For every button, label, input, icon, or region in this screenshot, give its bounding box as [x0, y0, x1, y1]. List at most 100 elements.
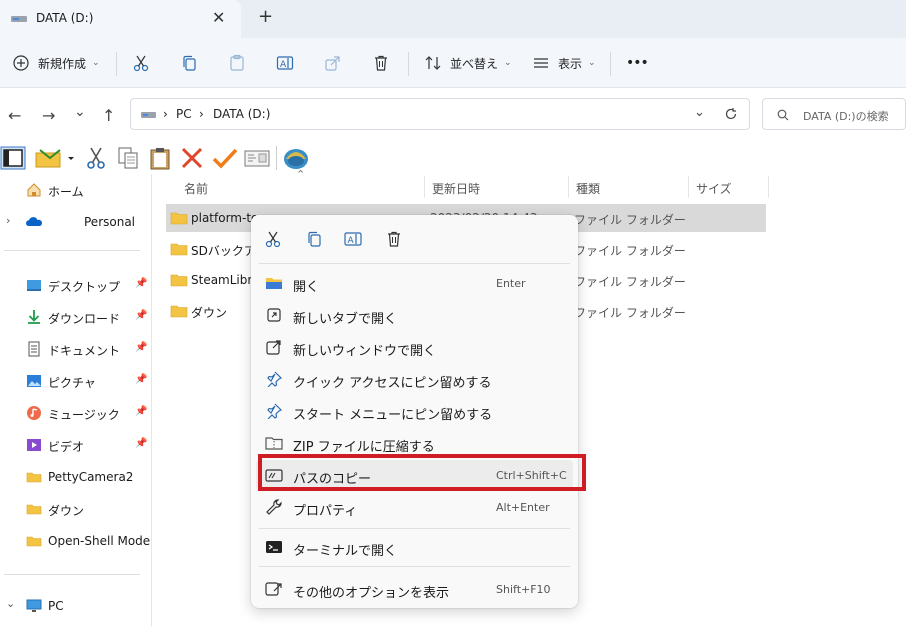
- sort-button[interactable]: 並べ替え ⌄: [424, 50, 512, 76]
- forward-button[interactable]: →: [42, 106, 55, 125]
- divider: [259, 566, 570, 567]
- menu-item-properties[interactable]: プロパティ Alt+Enter: [256, 492, 573, 522]
- more-button[interactable]: •••: [626, 50, 649, 76]
- scissors-icon[interactable]: [84, 146, 108, 170]
- share-icon: [325, 56, 340, 71]
- divider: [610, 52, 611, 76]
- copy-icon[interactable]: [116, 146, 140, 170]
- new-button[interactable]: 新規作成 ⌄: [12, 50, 100, 76]
- menu-item-open-new-tab[interactable]: 新しいタブで開く: [256, 300, 573, 330]
- view-label: 表示: [558, 56, 583, 71]
- chevron-down-icon[interactable]: ⌄: [694, 105, 705, 120]
- folder-icon: [26, 472, 42, 483]
- chevron-right-icon[interactable]: ›: [6, 214, 10, 227]
- menu-item-more-options[interactable]: その他のオプションを表示 Shift+F10: [256, 574, 573, 604]
- sidebar-item-videos[interactable]: ビデオ 📌: [0, 431, 151, 459]
- sidebar-item-pettycamera2[interactable]: PettyCamera2: [0, 463, 151, 491]
- sidebar-item-music[interactable]: ミュージック 📌: [0, 399, 151, 427]
- tab-close-button[interactable]: ✕: [212, 8, 225, 27]
- menu-item-shortcut: Alt+Enter: [496, 501, 550, 514]
- sort-label: 並べ替え: [450, 56, 499, 71]
- menu-item-pin-quick-access[interactable]: クイック アクセスにピン留めする: [256, 364, 573, 394]
- menu-item-pin-start[interactable]: スタート メニューにピン留めする: [256, 396, 573, 426]
- sidebar-item-personal[interactable]: › Personal: [0, 208, 151, 236]
- paste-icon[interactable]: [148, 146, 172, 170]
- properties-card-icon[interactable]: [244, 146, 270, 170]
- trash-icon[interactable]: [384, 229, 404, 249]
- search-box[interactable]: DATA (D:)の検索: [762, 98, 906, 130]
- sidebar-item-label: デスクトップ: [48, 280, 121, 294]
- sidebar-item-pc[interactable]: ⌄ PC: [0, 592, 151, 620]
- sidebar-item-desktop[interactable]: デスクトップ 📌: [0, 271, 151, 299]
- copy-button[interactable]: [180, 50, 198, 76]
- breadcrumb-data-drive[interactable]: DATA (D:): [213, 107, 270, 121]
- column-header-name[interactable]: 名前: [184, 180, 208, 206]
- pictures-icon: [27, 375, 41, 387]
- menu-item-label: プロパティ: [293, 504, 358, 519]
- scissors-icon: [133, 55, 149, 72]
- menu-item-open-new-window[interactable]: 新しいウィンドウで開く: [256, 332, 573, 362]
- shell-icon[interactable]: [282, 146, 310, 170]
- back-button[interactable]: ←: [8, 106, 21, 125]
- svg-text:A: A: [348, 236, 355, 246]
- copy-icon[interactable]: [304, 229, 324, 249]
- legacy-toolbar: [0, 142, 906, 174]
- refresh-icon[interactable]: [724, 107, 738, 121]
- file-type: ファイル フォルダー: [574, 275, 686, 289]
- column-header-date[interactable]: 更新日時: [432, 180, 480, 206]
- divider: [408, 52, 409, 76]
- delete-icon[interactable]: [180, 146, 204, 170]
- file-name: ダウン: [191, 306, 228, 320]
- file-type: ファイル フォルダー: [574, 213, 686, 227]
- menu-item-shortcut: Enter: [496, 277, 526, 290]
- column-header-size[interactable]: サイズ: [696, 180, 732, 206]
- cut-button[interactable]: [132, 50, 150, 76]
- mail-folder-icon[interactable]: [34, 146, 74, 170]
- rename-icon[interactable]: A: [343, 229, 363, 249]
- video-icon: [27, 439, 41, 451]
- home-icon: [27, 183, 41, 197]
- up-button[interactable]: ↑: [102, 106, 115, 125]
- download-icon: [28, 310, 40, 324]
- breadcrumb-separator: ›: [199, 107, 204, 121]
- new-tab-button[interactable]: +: [258, 6, 273, 27]
- recent-locations-button[interactable]: ⌄: [74, 104, 86, 120]
- sidebar-item-down[interactable]: ダウン: [0, 495, 151, 523]
- command-bar: 新規作成 ⌄ A 並べ替え ⌄ 表示 ⌄ •••: [0, 38, 906, 88]
- sidebar-item-downloads[interactable]: ダウンロード 📌: [0, 303, 151, 331]
- folder-icon: [26, 504, 42, 515]
- divider: [276, 146, 277, 170]
- svg-text:A: A: [280, 60, 287, 70]
- pin-icon: 📌: [135, 438, 148, 449]
- share-button[interactable]: [324, 50, 342, 76]
- address-row: ← → ⌄ ↑ › PC › DATA (D:) ⌄ DATA (D:)の検索: [0, 88, 906, 142]
- rename-button[interactable]: A: [276, 50, 294, 76]
- checkmark-icon[interactable]: [212, 146, 238, 170]
- menu-item-open-terminal[interactable]: ターミナルで開く: [256, 532, 573, 562]
- chevron-down-icon[interactable]: ⌄: [6, 597, 15, 610]
- breadcrumb-separator: ›: [163, 107, 168, 121]
- breadcrumb-pc[interactable]: PC: [176, 107, 192, 121]
- divider: [259, 528, 570, 529]
- menu-item-open[interactable]: 開く Enter: [256, 268, 573, 298]
- sidebar-item-label: ミュージック: [48, 408, 120, 422]
- navigation-pane-icon[interactable]: [0, 146, 26, 170]
- sidebar-item-documents[interactable]: ドキュメント 📌: [0, 335, 151, 363]
- cut-icon[interactable]: [263, 229, 283, 249]
- drive-icon: [141, 112, 156, 118]
- sidebar-item-pictures[interactable]: ピクチャ 📌: [0, 367, 151, 395]
- view-button[interactable]: 表示 ⌄: [532, 50, 596, 76]
- column-header-type[interactable]: 種類: [576, 180, 600, 206]
- sidebar-item-home[interactable]: ホーム: [0, 176, 151, 204]
- file-name: SteamLibra: [191, 273, 260, 287]
- delete-button[interactable]: [372, 50, 390, 76]
- sidebar-item-open-shell[interactable]: Open-Shell Moderr: [0, 527, 151, 555]
- paste-button[interactable]: [228, 50, 246, 76]
- tab-title: DATA (D:): [36, 11, 94, 25]
- address-bar[interactable]: › PC › DATA (D:) ⌄: [130, 98, 750, 130]
- tab-data-drive[interactable]: DATA (D:) ✕: [0, 0, 241, 38]
- highlight-annotation: [258, 454, 586, 491]
- menu-item-label: クイック アクセスにピン留めする: [293, 376, 492, 391]
- pin-icon: 📌: [135, 278, 148, 289]
- sidebar-item-label: PC: [48, 599, 64, 613]
